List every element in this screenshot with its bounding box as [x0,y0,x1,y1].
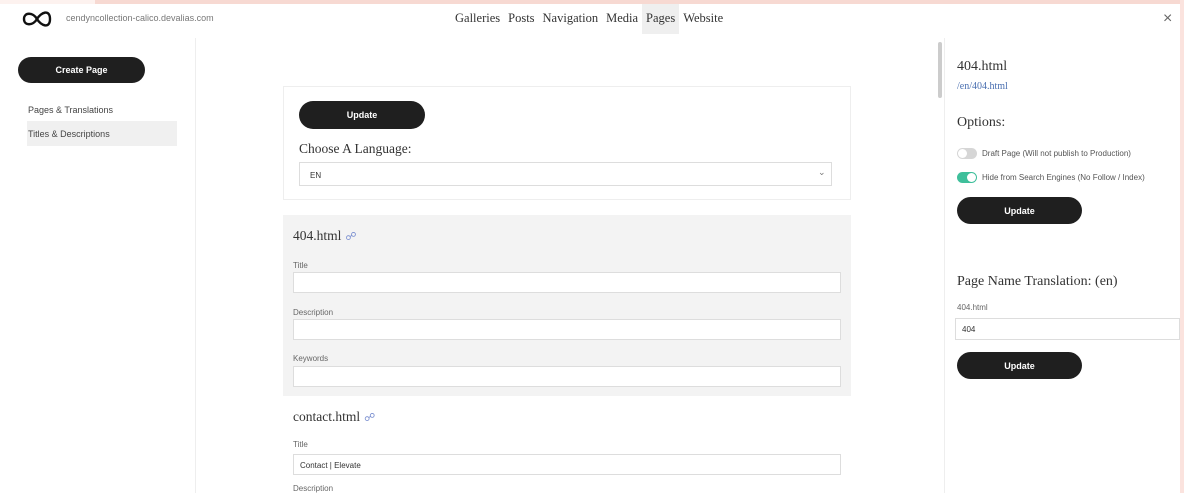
toggle-knob [958,149,967,158]
translation-input[interactable]: 404 [955,318,1180,340]
scrollbar-thumb[interactable] [938,42,942,98]
keywords-field[interactable] [293,366,841,387]
create-page-button[interactable]: Create Page [18,57,145,83]
infinity-icon[interactable] [20,6,54,32]
draft-page-toggle[interactable] [957,148,977,159]
selected-page-name: 404.html [957,59,1008,74]
title-field[interactable]: Contact | Elevate [293,454,841,475]
top-bar: cendyncollection-calico.devalias.com Gal… [0,4,1180,38]
update-translation-button[interactable]: Update [957,352,1082,379]
chevron-down-icon: ⌄ [818,167,826,177]
page-title-404: 404.html ☍ [293,228,357,244]
field-label: Description [293,308,334,317]
external-link-icon[interactable]: ☍ [364,412,375,424]
right-accent-strip [1180,0,1184,493]
page-name: 404.html [293,228,342,243]
nav-website[interactable]: Website [679,4,727,34]
translation-heading: Page Name Translation: (en) [957,274,1118,289]
choose-language-label: Choose A Language: [299,141,412,156]
nav-pages[interactable]: Pages [642,4,680,34]
nav-media[interactable]: Media [602,4,642,34]
field-label: Title [293,440,308,449]
page-path-link[interactable]: /en/404.html [957,81,1008,92]
sidebar-item-pages-translations[interactable]: Pages & Translations [28,105,113,115]
language-select[interactable]: EN [299,162,832,186]
field-label: Title [293,261,308,270]
hide-search-toggle[interactable] [957,172,977,183]
nav-navigation[interactable]: Navigation [539,4,603,34]
site-url[interactable]: cendyncollection-calico.devalias.com [66,13,214,23]
sidebar-item-label: Titles & Descriptions [28,129,110,139]
field-label: Description [293,484,334,493]
title-field[interactable] [293,272,841,293]
page-title-contact: contact.html ☍ [293,409,375,425]
divider [944,38,945,493]
external-link-icon[interactable]: ☍ [345,231,356,243]
toggle-label: Hide from Search Engines (No Follow / In… [982,173,1145,182]
app-frame: cendyncollection-calico.devalias.com Gal… [0,4,1180,493]
field-label: Keywords [293,354,329,363]
description-field[interactable] [293,319,841,340]
update-options-button[interactable]: Update [957,197,1082,224]
divider [195,38,196,493]
translation-label: 404.html [957,303,988,312]
nav-galleries[interactable]: Galleries [451,4,504,34]
update-button[interactable]: Update [299,101,425,129]
toggle-knob [967,173,976,182]
close-icon[interactable]: × [1163,10,1172,28]
options-heading: Options: [957,115,1006,130]
toggle-label: Draft Page (Will not publish to Producti… [982,149,1131,158]
nav-posts[interactable]: Posts [504,4,538,34]
main-nav: Galleries Posts Navigation Media Pages W… [451,4,727,34]
page-name: contact.html [293,409,361,424]
